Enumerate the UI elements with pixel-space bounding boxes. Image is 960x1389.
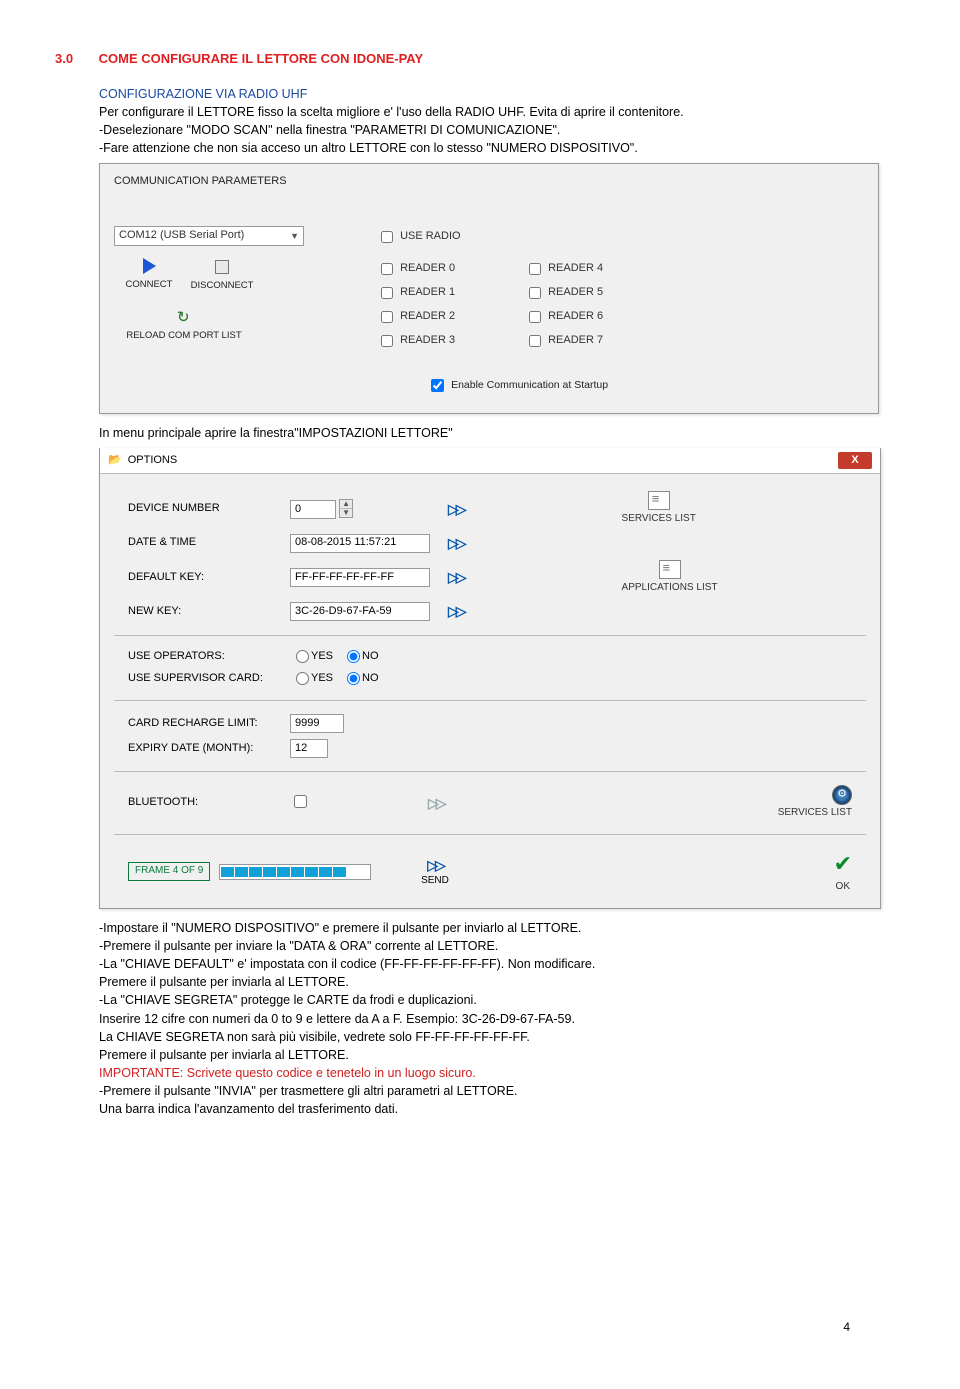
section-number: 3.0 [55,50,95,69]
use-radio-label: USE RADIO [400,229,461,245]
applications-list-label: APPLICATIONS LIST [622,581,718,596]
ok-label: OK [834,880,852,895]
reader-0[interactable]: READER 0 [377,260,455,278]
instr-line: Premere il pulsante per inviarla al LETT… [99,973,905,991]
use-operators-label: USE OPERATORS: [122,646,284,668]
default-key-label: DEFAULT KEY: [122,557,284,599]
reload-label: RELOAD COM PORT LIST [126,330,241,341]
services-list-icon[interactable] [648,491,670,510]
reader-4[interactable]: READER 4 [525,260,603,278]
gear-icon[interactable]: ⚙ [832,785,852,805]
progress-bar [219,864,371,880]
instr-line-important: IMPORTANTE: Scrivete questo codice e ten… [99,1064,905,1082]
use-supervisor-label: USE SUPERVISOR CARD: [122,668,284,690]
instr-line: -La "CHIAVE DEFAULT" e' impostata con il… [99,955,905,973]
send-datetime-button[interactable]: ▷▷ [442,533,470,553]
connect-button[interactable]: CONNECT [114,258,184,292]
intro-line-2: -Deselezionare "MODO SCAN" nella finestr… [99,121,905,139]
play-icon [143,258,156,274]
bluetooth-checkbox[interactable] [294,795,307,808]
instr-line: -La "CHIAVE SEGRETA" protegge le CARTE d… [99,991,905,1009]
new-key-label: NEW KEY: [122,598,284,625]
instr-line: -Premere il pulsante "INVIA" per trasmet… [99,1082,905,1100]
datetime-label: DATE & TIME [122,530,284,557]
close-icon[interactable]: X [838,452,872,469]
options-title: OPTIONS [128,453,178,469]
reader-2[interactable]: READER 2 [377,308,455,326]
stop-icon [215,260,229,274]
use-operators-radio[interactable]: YES NO [290,649,379,665]
default-key-input[interactable]: FF-FF-FF-FF-FF-FF [290,568,430,587]
send-default-key-button[interactable]: ▷▷ [442,567,470,587]
instr-line: Inserire 12 cifre con numeri da 0 to 9 e… [99,1010,905,1028]
connect-label: CONNECT [126,279,173,290]
instr-line: Una barra indica l'avanzamento del trasf… [99,1100,905,1118]
bluetooth-label: BLUETOOTH: [122,782,284,824]
recharge-limit-input[interactable]: 9999 [290,714,344,733]
disconnect-label: DISCONNECT [191,280,254,291]
instr-line: -Impostare il "NUMERO DISPOSITIVO" e pre… [99,919,905,937]
recharge-limit-label: CARD RECHARGE LIMIT: [122,711,284,736]
send-all-label: SEND [400,874,470,889]
reader-1[interactable]: READER 1 [377,284,455,302]
send-all-button[interactable]: ▷▷ [421,855,449,875]
options-titlebar: 📂 OPTIONS X [100,448,880,474]
send-new-key-button[interactable]: ▷▷ [442,601,470,621]
bt-services-list-label: SERVICES LIST [778,807,852,818]
section-title: COME CONFIGURARE IL LETTORE CON IDONE-PA… [99,51,424,66]
services-list-label: SERVICES LIST [622,512,696,527]
send-device-number-button[interactable]: ▷▷ [442,499,470,519]
reload-icon [175,311,193,325]
device-number-spinner[interactable]: ▲▼ [339,499,353,518]
reader-7[interactable]: READER 7 [525,332,603,350]
enable-startup-label: Enable Communication at Startup [451,378,608,393]
expiry-label: EXPIRY DATE (MONTH): [122,736,284,761]
instr-line: La CHIAVE SEGRETA non sarà più visibile,… [99,1028,905,1046]
expiry-input[interactable]: 12 [290,739,328,758]
comm-parameters-panel: COMMUNICATION PARAMETERS COM12 (USB Seri… [99,163,879,414]
intro-line-3: -Fare attenzione che non sia acceso un a… [99,139,905,157]
section-heading: 3.0 COME CONFIGURARE IL LETTORE CON IDON… [55,50,905,69]
instr-line: Premere il pulsante per inviarla al LETT… [99,1046,905,1064]
com-port-combo[interactable]: COM12 (USB Serial Port) ▼ [114,226,304,246]
new-key-input[interactable]: 3C-26-D9-67-FA-59 [290,602,430,621]
comm-panel-title: COMMUNICATION PARAMETERS [114,174,864,190]
intro-line-1: Per configurare il LETTORE fisso la scel… [99,103,905,121]
after-panel-line: In menu principale aprire la finestra"IM… [99,424,905,442]
frame-counter: FRAME 4 OF 9 [128,862,210,881]
reader-6[interactable]: READER 6 [525,308,603,326]
datetime-input[interactable]: 08-08-2015 11:57:21 [290,534,430,553]
instruction-block: -Impostare il "NUMERO DISPOSITIVO" e pre… [99,919,905,1118]
com-port-value: COM12 (USB Serial Port) [119,228,244,244]
ok-check-icon[interactable]: ✔ [834,848,852,880]
instr-line: -Premere il pulsante per inviare la "DAT… [99,937,905,955]
device-number-input[interactable]: 0 [290,500,336,519]
page-number: 4 [843,1319,850,1336]
device-number-label: DEVICE NUMBER [122,488,284,530]
use-supervisor-radio[interactable]: YES NO [290,671,379,687]
reader-3[interactable]: READER 3 [377,332,455,350]
options-panel: 📂 OPTIONS X DEVICE NUMBER 0 ▲▼ ▷▷ SERVIC… [99,448,881,909]
send-bluetooth-button[interactable]: ▷▷ [422,793,450,813]
reload-com-button[interactable]: RELOAD COM PORT LIST [114,311,254,343]
applications-list-icon[interactable] [659,560,681,579]
use-radio-checkbox[interactable]: USE RADIO [377,228,807,246]
sub-heading: CONFIGURAZIONE VIA RADIO UHF [99,85,905,103]
disconnect-button[interactable]: DISCONNECT [187,258,257,293]
reader-5[interactable]: READER 5 [525,284,603,302]
chevron-down-icon: ▼ [290,230,299,243]
options-folder-icon: 📂 [108,453,122,469]
enable-startup-checkbox[interactable]: Enable Communication at Startup [427,376,807,395]
